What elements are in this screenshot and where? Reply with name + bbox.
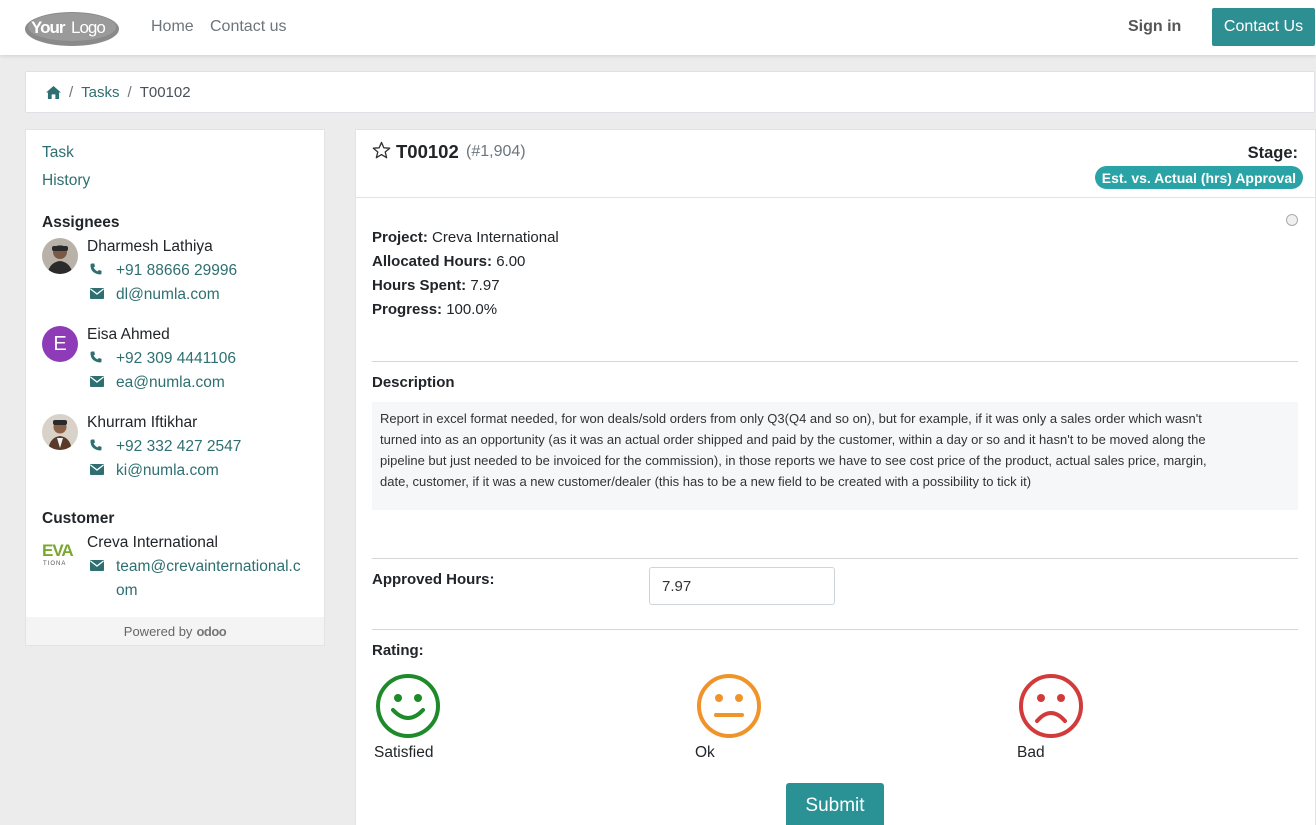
avatar bbox=[42, 414, 78, 450]
sidebar-task-link[interactable]: Task bbox=[42, 144, 74, 162]
field-value: Creva International bbox=[432, 229, 559, 246]
approved-hours-input[interactable] bbox=[649, 567, 835, 605]
stage-badge: Est. vs. Actual (hrs) Approval bbox=[1094, 166, 1303, 189]
svg-text:Logo: Logo bbox=[71, 18, 105, 37]
nav-contact-link[interactable]: Contact us bbox=[210, 18, 286, 36]
approved-hours-label: Approved Hours: bbox=[372, 571, 495, 588]
assignees-heading: Assignees bbox=[42, 214, 120, 231]
contact-us-button[interactable]: Contact Us bbox=[1212, 8, 1315, 46]
envelope-icon bbox=[90, 286, 108, 304]
field-value: 7.97 bbox=[470, 277, 500, 294]
assignee-phone[interactable]: +91 88666 29996 bbox=[90, 262, 237, 280]
status-radio[interactable] bbox=[1286, 214, 1298, 226]
task-number: (#1,904) bbox=[466, 143, 526, 160]
assignee-name: Dharmesh Lathiya bbox=[87, 238, 213, 255]
task-header: T00102 (#1,904) Stage: Est. vs. Actual (… bbox=[356, 130, 1315, 198]
field-label: Hours Spent: bbox=[372, 277, 467, 294]
customer-email-wrap[interactable]: om bbox=[116, 582, 138, 600]
envelope-icon bbox=[90, 374, 108, 392]
stage-label: Stage: bbox=[1247, 144, 1298, 162]
description-body: Report in excel format needed, for won d… bbox=[372, 402, 1298, 510]
assignee-phone[interactable]: +92 332 427 2547 bbox=[90, 438, 241, 456]
powered-by: Powered by odoo bbox=[26, 617, 324, 645]
breadcrumb-separator: / bbox=[69, 83, 74, 101]
odoo-logo[interactable]: odoo bbox=[196, 624, 226, 639]
field-value: 6.00 bbox=[496, 253, 526, 270]
star-icon[interactable] bbox=[372, 141, 391, 160]
frown-icon[interactable] bbox=[1017, 672, 1085, 740]
rating-satisfied[interactable]: Satisfied bbox=[374, 672, 444, 762]
assignee-email[interactable]: ki@numla.com bbox=[90, 462, 219, 480]
assignee-phone-text[interactable]: +91 88666 29996 bbox=[116, 262, 237, 279]
description-heading: Description bbox=[372, 374, 455, 391]
avatar bbox=[42, 238, 78, 274]
assignee-email-text[interactable]: ea@numla.com bbox=[116, 374, 225, 391]
phone-icon bbox=[90, 262, 108, 280]
sidebar: Task History Assignees Dharmesh Lathiya … bbox=[25, 129, 325, 646]
assignee-phone-text[interactable]: +92 309 4441106 bbox=[116, 350, 236, 367]
rating-heading: Rating: bbox=[372, 642, 424, 659]
sidebar-history-link[interactable]: History bbox=[42, 172, 90, 190]
hours-spent-field: Hours Spent: 7.97 bbox=[372, 277, 500, 294]
field-label: Progress: bbox=[372, 301, 443, 318]
customer-name: Creva International bbox=[87, 534, 218, 551]
customer-logo-text: EVA bbox=[42, 541, 73, 560]
customer-email-text[interactable]: team@crevainternational.c bbox=[116, 558, 301, 575]
assignee-email[interactable]: ea@numla.com bbox=[90, 374, 225, 392]
avatar: E bbox=[42, 326, 78, 362]
customer-email-text-cont[interactable]: om bbox=[116, 582, 138, 599]
assignee-email[interactable]: dl@numla.com bbox=[90, 286, 220, 304]
top-navbar: Your Logo Home Contact us Sign in Contac… bbox=[0, 0, 1316, 55]
assignee-email-text[interactable]: ki@numla.com bbox=[116, 462, 219, 479]
smile-icon[interactable] bbox=[374, 672, 442, 740]
field-value: 100.0% bbox=[446, 301, 498, 318]
breadcrumb-current: T00102 bbox=[139, 83, 191, 101]
assignee-email-text[interactable]: dl@numla.com bbox=[116, 286, 220, 303]
company-logo[interactable]: Your Logo bbox=[25, 10, 120, 47]
breadcrumb: / Tasks / T00102 bbox=[25, 71, 1315, 113]
description-line: date, customer, if it was a new customer… bbox=[380, 474, 1032, 489]
rating-bad[interactable]: Bad bbox=[1017, 672, 1087, 762]
project-field: Project: Creva International bbox=[372, 229, 559, 246]
description-line: Report in excel format needed, for won d… bbox=[380, 411, 1202, 426]
svg-text:Your: Your bbox=[31, 18, 66, 37]
nav-home-link[interactable]: Home bbox=[151, 18, 194, 36]
task-title: T00102 bbox=[396, 141, 459, 162]
avatar-initial: E bbox=[53, 332, 67, 355]
customer-logo-subtext: TIONA bbox=[43, 561, 66, 567]
powered-by-text: Powered by bbox=[123, 623, 193, 639]
rating-label: Ok bbox=[695, 744, 715, 761]
phone-icon bbox=[90, 438, 108, 456]
customer-logo: EVA TIONA bbox=[42, 534, 78, 570]
assignee-phone-text[interactable]: +92 332 427 2547 bbox=[116, 438, 241, 455]
customer-heading: Customer bbox=[42, 510, 115, 527]
divider bbox=[372, 361, 1298, 362]
rating-label: Bad bbox=[1017, 744, 1045, 761]
assignee-phone[interactable]: +92 309 4441106 bbox=[90, 350, 236, 368]
assignee-name: Eisa Ahmed bbox=[87, 326, 170, 343]
rating-ok[interactable]: Ok bbox=[695, 672, 765, 762]
customer-email[interactable]: team@crevainternational.c bbox=[90, 558, 301, 576]
envelope-icon bbox=[90, 558, 108, 576]
field-label: Project: bbox=[372, 229, 428, 246]
assignee-name: Khurram Iftikhar bbox=[87, 414, 198, 431]
breadcrumb-separator: / bbox=[127, 83, 132, 101]
allocated-hours-field: Allocated Hours: 6.00 bbox=[372, 253, 525, 270]
sign-in-link[interactable]: Sign in bbox=[1128, 18, 1181, 36]
progress-field: Progress: 100.0% bbox=[372, 301, 497, 318]
description-line: turned into as an opportunity (as it was… bbox=[380, 432, 1206, 447]
divider bbox=[372, 629, 1298, 630]
home-icon[interactable] bbox=[46, 85, 61, 99]
field-label: Allocated Hours: bbox=[372, 253, 493, 270]
breadcrumb-tasks-link[interactable]: Tasks bbox=[81, 84, 119, 101]
description-line: pipeline but just needed to be invoiced … bbox=[380, 453, 1207, 468]
envelope-icon bbox=[90, 462, 108, 480]
submit-button[interactable]: Submit bbox=[786, 783, 884, 825]
divider bbox=[372, 558, 1298, 559]
task-card: T00102 (#1,904) Stage: Est. vs. Actual (… bbox=[355, 129, 1316, 825]
phone-icon bbox=[90, 350, 108, 368]
rating-label: Satisfied bbox=[374, 744, 434, 761]
neutral-face-icon[interactable] bbox=[695, 672, 763, 740]
